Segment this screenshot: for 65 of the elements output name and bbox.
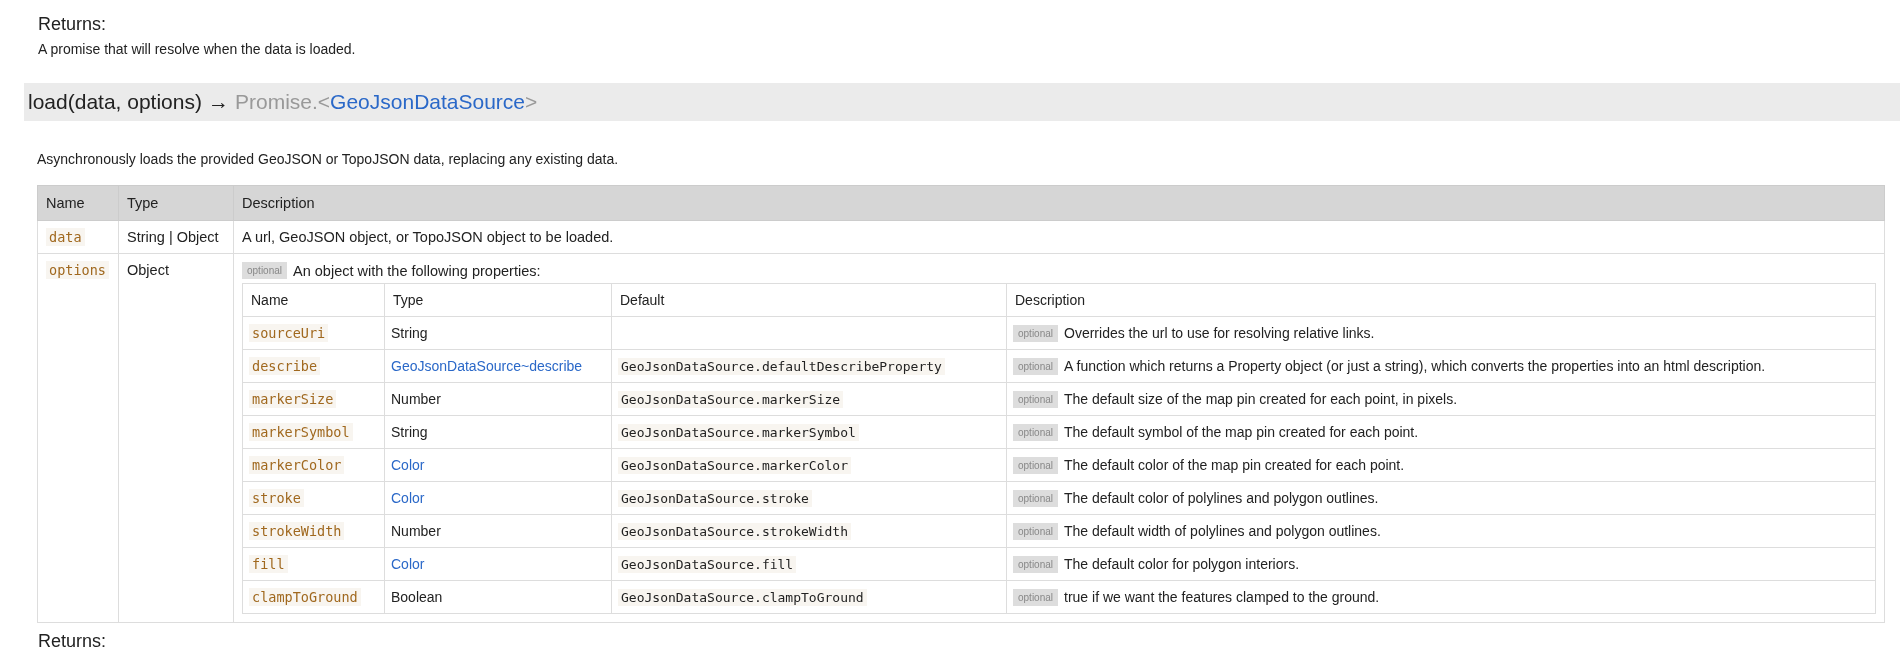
- optional-badge: optional: [1013, 456, 1059, 474]
- default-value: GeoJsonDataSource.strokeWidth: [618, 523, 851, 540]
- description-text: The default color for polygon interiors.: [1064, 556, 1300, 572]
- property-name: markerSize: [249, 390, 337, 408]
- default-value: GeoJsonDataSource.markerColor: [618, 457, 851, 474]
- column-header: Default: [611, 283, 1007, 317]
- default-value: GeoJsonDataSource.stroke: [618, 490, 812, 507]
- optional-badge: optional: [1013, 522, 1059, 540]
- column-header: Name: [37, 185, 119, 221]
- type-text: String: [391, 325, 428, 341]
- optional-badge: optional: [1013, 423, 1059, 441]
- param-name: data: [46, 228, 85, 246]
- default-value: GeoJsonDataSource.markerSymbol: [618, 424, 859, 441]
- returns-heading: Returns:: [38, 631, 107, 652]
- property-name: sourceUri: [249, 324, 329, 342]
- table-cell: Object: [118, 253, 234, 623]
- optional-badge: optional: [1013, 555, 1059, 573]
- type-text: Boolean: [391, 589, 443, 605]
- column-header: Description: [233, 185, 1885, 221]
- description-text: A url, GeoJSON object, or TopoJSON object to be loaded.: [242, 229, 614, 245]
- property-name: describe: [249, 357, 321, 375]
- type-link[interactable]: GeoJsonDataSource: [330, 90, 526, 113]
- column-header: Type: [118, 185, 234, 221]
- table-cell: String | Object: [118, 220, 234, 254]
- property-name: fill: [249, 555, 288, 573]
- type-link[interactable]: Color: [391, 490, 425, 506]
- description-text: The default symbol of the map pin created for each point.: [1064, 424, 1419, 440]
- description-text: Overrides the url to use for resolving relative links.: [1064, 325, 1375, 341]
- type-link[interactable]: Color: [391, 457, 425, 473]
- param-name: options: [46, 261, 109, 279]
- column-header: Name: [242, 283, 385, 317]
- type-text: String: [391, 424, 428, 440]
- return-type: Promise.<GeoJsonDataSource>: [234, 90, 538, 114]
- description-text: The default color of the map pin created for each point.: [1064, 457, 1405, 473]
- method-signature: load(data, options): [28, 90, 202, 114]
- method-description: Asynchronously loads the provided GeoJSON or TopoJSON data, replacing any existing data.: [37, 151, 619, 167]
- optional-badge: optional: [1013, 588, 1059, 606]
- description-text: The default size of the map pin created for each point, in pixels.: [1064, 391, 1458, 407]
- returns-text: A promise that will resolve when the data is loaded.: [38, 41, 356, 57]
- optional-badge: optional: [1013, 357, 1059, 375]
- default-value: GeoJsonDataSource.clampToGround: [618, 589, 867, 606]
- returns-heading: Returns:: [38, 14, 107, 35]
- property-name: stroke: [249, 489, 304, 507]
- property-name: strokeWidth: [249, 522, 345, 540]
- property-name: clampToGround: [249, 588, 361, 606]
- property-name: markerColor: [249, 456, 345, 474]
- default-value: GeoJsonDataSource.markerSize: [618, 391, 844, 408]
- type-text: Number: [391, 523, 441, 539]
- description-text: An object with the following properties:: [293, 262, 541, 279]
- description-text: true if we want the features clamped to the ground.: [1064, 589, 1380, 605]
- optional-badge: optional: [242, 262, 288, 279]
- description-text: The default width of polylines and polygon outlines.: [1064, 523, 1381, 539]
- optional-badge: optional: [1013, 390, 1059, 408]
- optional-badge: optional: [1013, 489, 1059, 507]
- column-header: Type: [384, 283, 612, 317]
- property-name: markerSymbol: [249, 423, 353, 441]
- type-link[interactable]: Color: [391, 556, 425, 572]
- default-value: GeoJsonDataSource.defaultDescribeProperty: [618, 358, 945, 375]
- column-header: Description: [1006, 283, 1876, 317]
- description-text: A function which returns a Property object (or just a string), which converts the properties into an html description.: [1064, 358, 1766, 374]
- description-text: The default color of polylines and polygon outlines.: [1064, 490, 1379, 506]
- optional-badge: optional: [1013, 324, 1059, 342]
- arrow-text: →: [207, 90, 229, 114]
- type-text: Number: [391, 391, 441, 407]
- default-value: GeoJsonDataSource.fill: [618, 556, 797, 573]
